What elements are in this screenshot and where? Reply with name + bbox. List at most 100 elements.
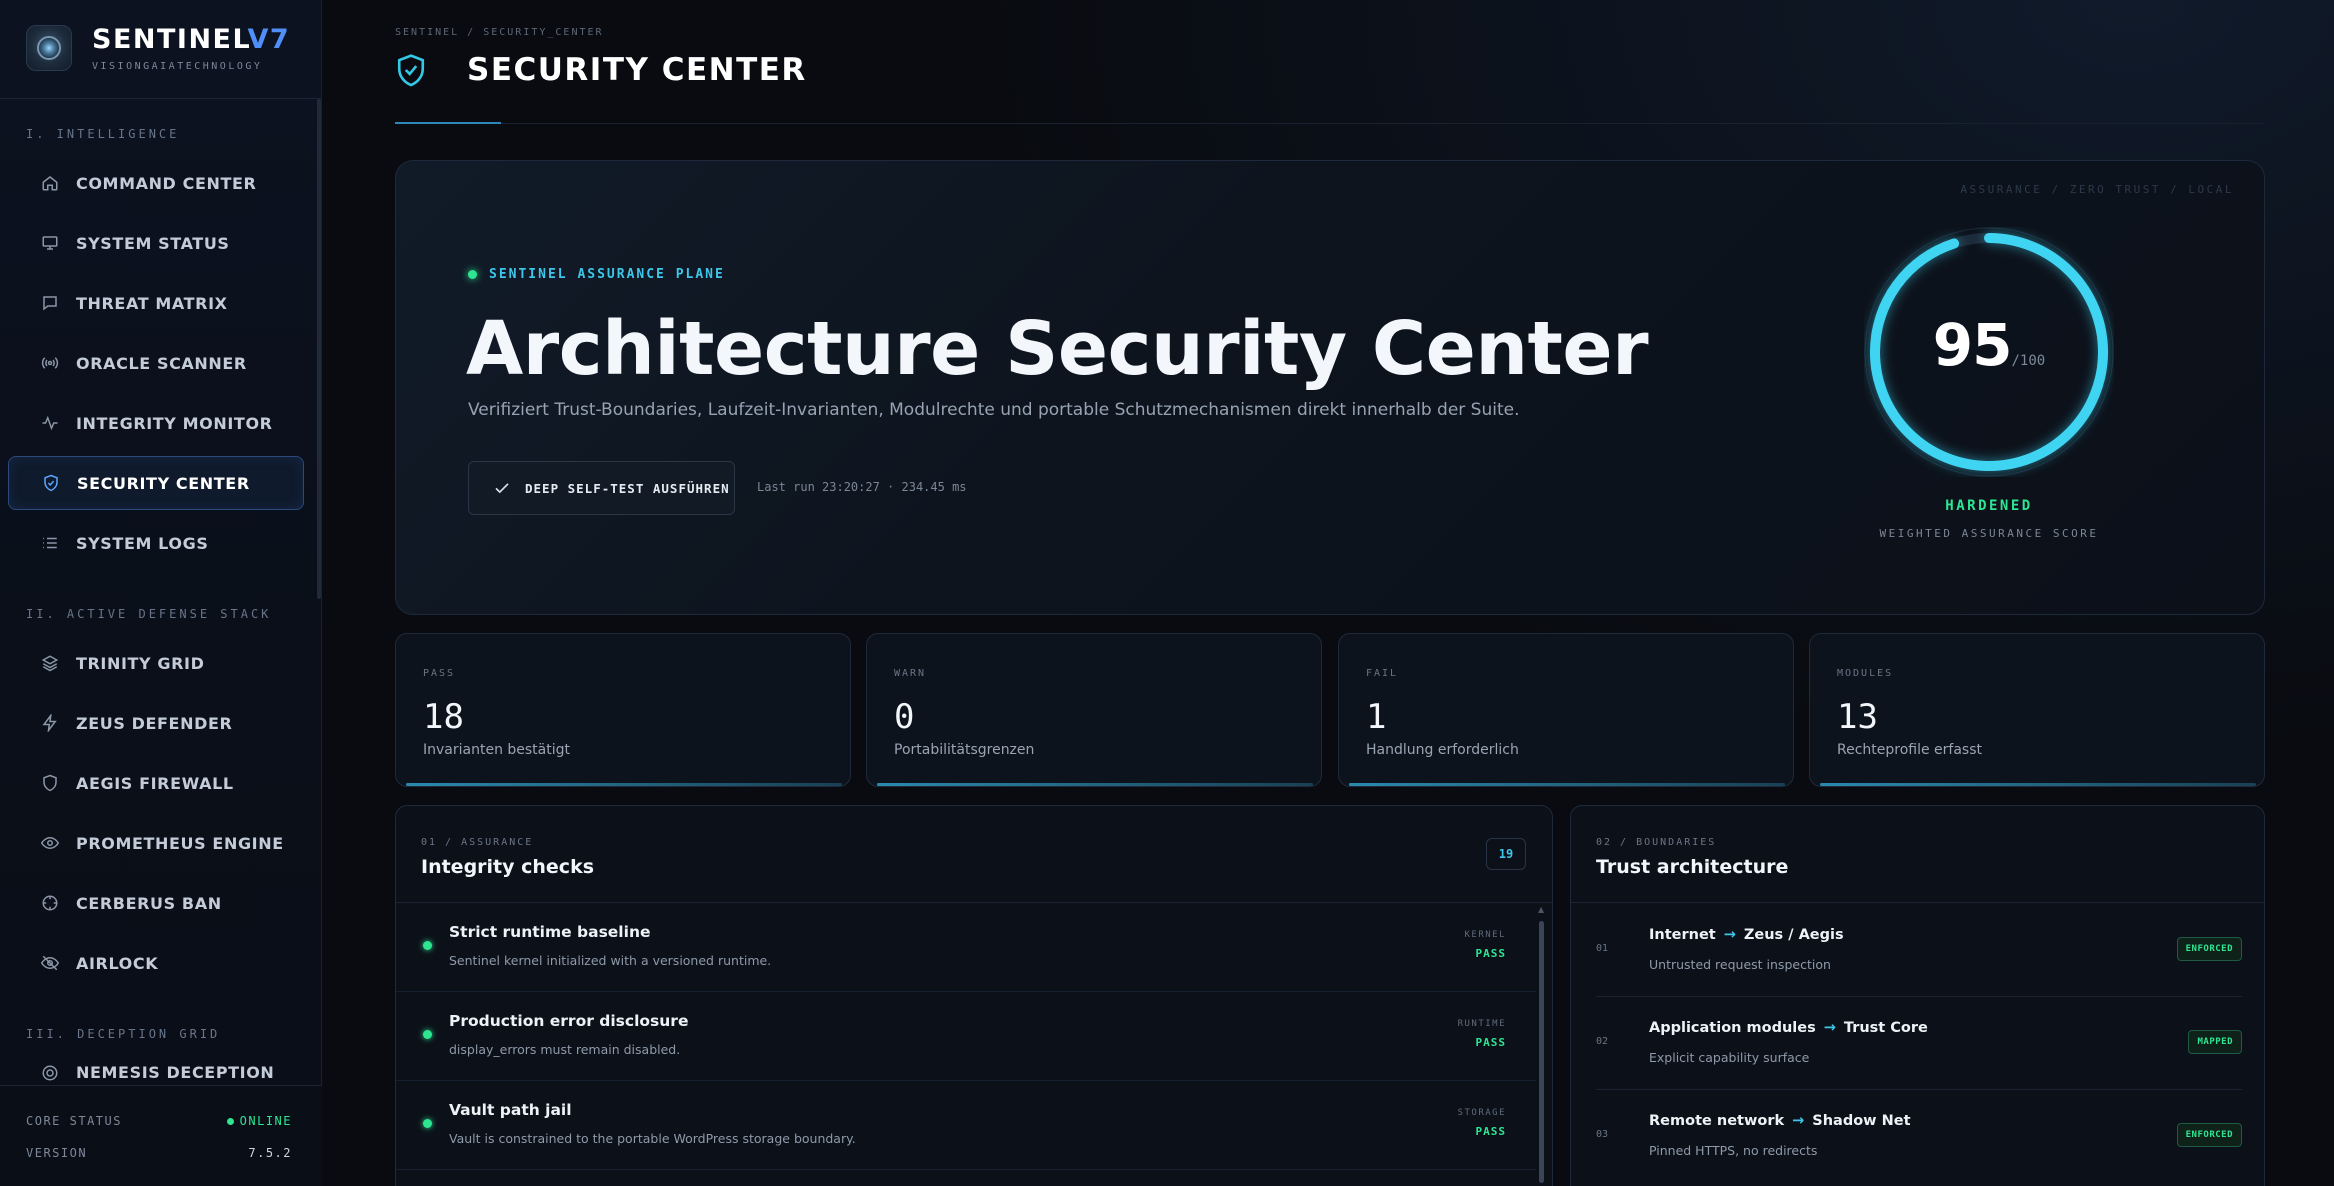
sidebar-item-system-logs[interactable]: SYSTEM LOGS [8, 517, 304, 569]
hero-description: Verifiziert Trust-Boundaries, Laufzeit-I… [468, 400, 1520, 420]
sidebar-item-threat-matrix[interactable]: THREAT MATRIX [8, 277, 304, 329]
stat-card-fail: FAIL 1 Handlung erforderlich [1338, 633, 1794, 787]
eye-icon [40, 833, 60, 853]
stat-subtitle: Invarianten bestätigt [423, 742, 571, 758]
sidebar-item-security-center[interactable]: SECURITY CENTER [8, 456, 304, 510]
sidebar-item-system-status[interactable]: SYSTEM STATUS [8, 217, 304, 269]
status-dot-icon [468, 270, 477, 279]
section-label-deception-grid: III. DECEPTION GRID [26, 1027, 221, 1041]
page-header: SECURITY CENTER [395, 50, 807, 90]
check-title: Vault path jail [449, 1101, 572, 1119]
check-result: PASS [1475, 1125, 1506, 1138]
checks-count-badge: 19 [1486, 838, 1526, 870]
arrow-right-icon: → [1792, 1113, 1805, 1129]
stat-label: PASS [423, 668, 456, 679]
shield-check-icon [395, 53, 427, 87]
stat-label: MODULES [1837, 668, 1894, 679]
brand[interactable]: SENTINELV7 VISIONGAIATECHNOLOGY [26, 24, 290, 72]
check-description: display_errors must remain disabled. [449, 1042, 681, 1057]
pulse-icon [40, 413, 60, 433]
trust-row[interactable]: 02 Application modules → Trust Core Explic… [1596, 997, 2242, 1090]
stat-value: 13 [1837, 697, 1878, 737]
status-dot-icon [423, 1119, 432, 1128]
header-divider [395, 123, 2265, 124]
trust-status-badge: ENFORCED [2176, 1123, 2242, 1147]
sidebar-item-label: TRINITY GRID [76, 653, 205, 673]
sidebar-item-label: SYSTEM STATUS [76, 233, 230, 253]
list-icon [40, 533, 60, 553]
sidebar-footer: CORE STATUS ONLINE VERSION 7.5.2 [0, 1085, 322, 1186]
scroll-up-icon[interactable]: ▲ [1538, 905, 1544, 914]
deep-self-test-button[interactable]: DEEP SELF-TEST AUSFÜHREN [468, 461, 735, 515]
sidebar-item-label: AEGIS FIREWALL [76, 773, 234, 793]
check-row[interactable]: Vault path jail Vault is constrained to … [396, 1081, 1536, 1170]
panel-eyebrow: 02 / BOUNDARIES [1596, 837, 1717, 848]
sidebar-item-cerberus-ban[interactable]: CERBERUS BAN [8, 877, 304, 929]
section-label-intelligence: I. INTELLIGENCE [26, 127, 180, 141]
sidebar-item-command-center[interactable]: COMMAND CENTER [8, 157, 304, 209]
sidebar-item-label: NEMESIS DECEPTION [76, 1063, 275, 1082]
trust-route: Application modules → Trust Core [1649, 1020, 1928, 1036]
check-category: STORAGE [1457, 1108, 1506, 1118]
check-row[interactable]: Production error disclosure display_erro… [396, 992, 1536, 1081]
header-divider-accent [395, 122, 501, 124]
sentinel-eye-logo-icon [26, 25, 72, 71]
stat-accent-bar [406, 783, 842, 786]
panel-divider [1571, 902, 2264, 903]
sidebar-item-integrity-monitor[interactable]: INTEGRITY MONITOR [8, 397, 304, 449]
sidebar-item-label: THREAT MATRIX [76, 293, 228, 313]
score-label: WEIGHTED ASSURANCE SCORE [1879, 527, 2099, 540]
arrow-right-icon: → [1723, 927, 1736, 943]
sidebar-item-oracle-scanner[interactable]: ORACLE SCANNER [8, 337, 304, 389]
check-category: KERNEL [1464, 930, 1506, 940]
check-result: PASS [1475, 947, 1506, 960]
sidebar-item-label: AIRLOCK [76, 953, 159, 973]
hero-title: Architecture Security Center [466, 306, 1649, 392]
sidebar-item-label: ORACLE SCANNER [76, 353, 247, 373]
check-description: Sentinel kernel initialized with a versi… [449, 953, 772, 968]
trust-row-index: 02 [1596, 1036, 1609, 1047]
deep-self-test-label: DEEP SELF-TEST AUSFÜHREN [525, 480, 730, 496]
home-icon [40, 173, 60, 193]
sidebar-item-airlock[interactable]: AIRLOCK [8, 937, 304, 989]
sidebar: SENTINELV7 VISIONGAIATECHNOLOGY I. INTEL… [0, 0, 322, 1186]
trust-row-index: 03 [1596, 1129, 1609, 1140]
sidebar-scrollbar[interactable] [317, 99, 321, 599]
last-run-info: Last run 23:20:27 · 234.45 ms [757, 480, 967, 494]
checks-scrollbar[interactable]: ▲ [1537, 903, 1545, 1186]
trust-row[interactable]: 03 Remote network → Shadow Net Pinned HTTP… [1596, 1090, 2242, 1183]
trust-row[interactable]: 01 Internet → Zeus / Aegis Untrusted reque… [1596, 904, 2242, 997]
stat-value: 0 [894, 697, 915, 737]
sidebar-item-nemesis-deception[interactable]: NEMESIS DECEPTION [8, 1059, 304, 1085]
radio-waves-icon [40, 353, 60, 373]
brand-title: SENTINELV7 [92, 23, 291, 55]
sidebar-item-label: PROMETHEUS ENGINE [76, 833, 284, 853]
trust-description: Untrusted request inspection [1649, 957, 1831, 972]
integrity-checks-panel: 01 / ASSURANCE Integrity checks 19 Stric… [395, 805, 1553, 1186]
sidebar-item-aegis-firewall[interactable]: AEGIS FIREWALL [8, 757, 304, 809]
stat-value: 18 [423, 697, 464, 737]
brand-subtitle: VISIONGAIATECHNOLOGY [92, 60, 263, 72]
core-status-value: ONLINE [226, 1114, 292, 1128]
stat-accent-bar [1820, 783, 2256, 786]
hero-panel: ASSURANCE / ZERO TRUST / LOCAL SENTINEL … [395, 160, 2265, 615]
check-category: RUNTIME [1457, 1019, 1506, 1029]
scrollbar-thumb[interactable] [1539, 921, 1544, 1183]
stat-label: WARN [894, 668, 927, 679]
sidebar-item-label: SECURITY CENTER [77, 473, 250, 493]
sidebar-item-zeus-defender[interactable]: ZEUS DEFENDER [8, 697, 304, 749]
stat-label: FAIL [1366, 668, 1399, 679]
score-max: /100 [2011, 353, 2046, 369]
status-dot-icon [423, 941, 432, 950]
target-icon [40, 1063, 60, 1083]
sidebar-item-label: COMMAND CENTER [76, 173, 257, 193]
layers-icon [40, 653, 60, 673]
panel-eyebrow: 01 / ASSURANCE [421, 837, 534, 848]
stat-subtitle: Portabilitätsgrenzen [894, 742, 1035, 758]
check-row[interactable]: Strict runtime baseline Sentinel kernel … [396, 903, 1536, 992]
section-label-active-defense: II. ACTIVE DEFENSE STACK [26, 607, 272, 621]
sidebar-item-prometheus-engine[interactable]: PROMETHEUS ENGINE [8, 817, 304, 869]
sidebar-nav: I. INTELLIGENCE COMMAND CENTER SYSTEM ST… [0, 99, 322, 1085]
sidebar-item-trinity-grid[interactable]: TRINITY GRID [8, 637, 304, 689]
sidebar-item-label: CERBERUS BAN [76, 893, 222, 913]
